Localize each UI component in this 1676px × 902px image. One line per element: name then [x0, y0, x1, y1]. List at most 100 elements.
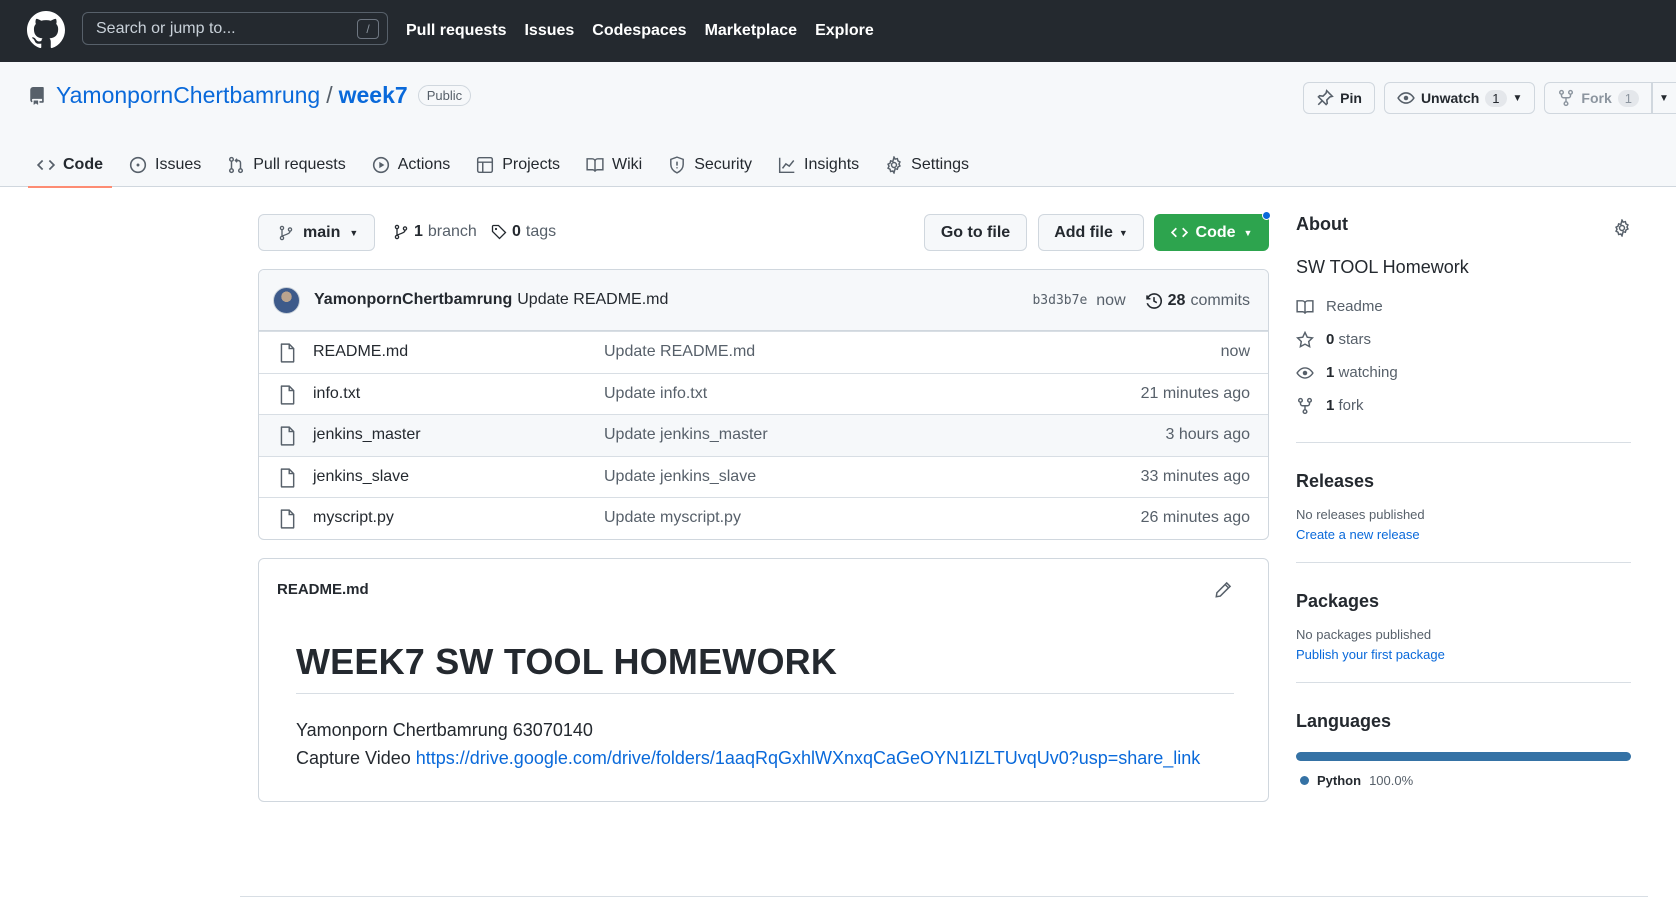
branch-select-button[interactable]: main ▼	[258, 214, 375, 251]
readme-link[interactable]: Readme	[1296, 290, 1631, 323]
nav-issues[interactable]: Issues	[524, 22, 574, 40]
commit-author-link[interactable]: YamonpornChertbamrung	[314, 291, 512, 309]
code-button[interactable]: Code ▼	[1154, 211, 1271, 251]
releases-heading[interactable]: Releases	[1296, 471, 1631, 492]
commit-sha-link[interactable]: b3d3b7e	[1032, 293, 1087, 308]
file-name-link[interactable]: jenkins_slave	[313, 468, 409, 486]
file-row[interactable]: jenkins_slave Update jenkins_slave 33 mi…	[259, 455, 1268, 498]
search-input[interactable]: Search or jump to... /	[82, 12, 388, 45]
language-bar	[1296, 752, 1631, 761]
eye-icon	[1296, 366, 1314, 379]
caret-down-icon: ▼	[1118, 227, 1128, 238]
file-age: 21 minutes ago	[1140, 384, 1250, 402]
add-file-button[interactable]: Add file ▼	[1038, 214, 1144, 251]
publish-package-link[interactable]: Publish your first package	[1296, 647, 1631, 662]
unwatch-label: Unwatch	[1420, 90, 1480, 106]
readme-filename-link[interactable]: README.md	[277, 581, 369, 598]
repo-owner-link[interactable]: YamonpornChertbamrung	[56, 82, 320, 109]
commit-history-link[interactable]: 28 commits	[1145, 292, 1250, 310]
github-logo-icon[interactable]	[27, 11, 65, 49]
tab-security[interactable]: Security	[659, 142, 761, 187]
tab-code[interactable]: Code	[28, 142, 112, 188]
caret-down-icon: ▼	[1659, 92, 1669, 104]
tab-settings[interactable]: Settings	[876, 142, 978, 187]
about-stats: Readme 0 stars 1 watching 1 fork	[1296, 290, 1631, 422]
global-header: Search or jump to... / Pull requests Iss…	[0, 0, 1676, 62]
commit-count: 28	[1167, 291, 1186, 309]
readme-video-link[interactable]: https://drive.google.com/drive/folders/1…	[416, 748, 1201, 768]
stars-link[interactable]: 0 stars	[1296, 323, 1631, 356]
tab-pull-requests[interactable]: Pull requests	[218, 142, 355, 187]
search-shortcut-key: /	[357, 19, 379, 39]
gear-icon[interactable]	[1613, 219, 1631, 237]
tag-count-label: tags	[525, 223, 557, 240]
tags-link[interactable]: 0 tags	[491, 223, 556, 241]
fork-label: Fork	[1581, 90, 1612, 106]
language-percent: 100.0%	[1369, 773, 1414, 788]
go-to-file-button[interactable]: Go to file	[924, 214, 1027, 251]
tab-insights[interactable]: Insights	[769, 142, 868, 187]
pencil-icon[interactable]	[1215, 581, 1232, 598]
history-icon	[1145, 292, 1162, 309]
nav-codespaces[interactable]: Codespaces	[592, 22, 686, 40]
file-commit-message-link[interactable]: Update myscript.py	[604, 509, 741, 527]
tab-wiki[interactable]: Wiki	[577, 142, 651, 187]
repo-name-link[interactable]: week7	[339, 82, 408, 109]
tab-issues[interactable]: Issues	[120, 142, 210, 187]
branches-link[interactable]: 1 branch	[393, 223, 477, 241]
watching-link[interactable]: 1 watching	[1296, 356, 1631, 389]
divider	[1296, 442, 1631, 443]
file-icon	[280, 343, 295, 363]
pin-button[interactable]: Pin	[1303, 82, 1375, 114]
nav-explore[interactable]: Explore	[815, 22, 874, 40]
shield-icon	[670, 155, 685, 174]
tab-actions[interactable]: Actions	[363, 142, 459, 187]
divider	[1296, 562, 1631, 563]
star-icon	[1296, 330, 1314, 348]
file-row[interactable]: myscript.py Update myscript.py 26 minute…	[259, 497, 1268, 539]
commit-meta: b3d3b7e now 28 commits	[1032, 270, 1250, 331]
file-commit-message-link[interactable]: Update jenkins_slave	[604, 468, 756, 486]
packages-heading[interactable]: Packages	[1296, 591, 1631, 612]
file-row[interactable]: info.txt Update info.txt 21 minutes ago	[259, 372, 1268, 415]
create-release-link[interactable]: Create a new release	[1296, 527, 1631, 542]
file-name-link[interactable]: info.txt	[313, 385, 360, 403]
file-icon	[280, 467, 295, 488]
divider	[1296, 682, 1631, 683]
fork-button[interactable]: Fork 1	[1544, 82, 1652, 114]
file-commit-message-link[interactable]: Update info.txt	[604, 385, 707, 403]
releases-empty-text: No releases published	[1296, 507, 1425, 522]
stars-label: stars	[1338, 331, 1372, 348]
repo-title: YamonpornChertbamrung / week7 Public	[28, 82, 472, 109]
file-list: YamonpornChertbamrung Update README.md b…	[258, 269, 1269, 540]
about-heading: About	[1296, 214, 1348, 234]
file-commit-message-link[interactable]: Update README.md	[604, 343, 755, 361]
file-name-link[interactable]: README.md	[313, 343, 408, 361]
nav-pull-requests[interactable]: Pull requests	[406, 22, 506, 40]
file-name-link[interactable]: myscript.py	[313, 509, 394, 527]
repo-description: SW TOOL Homework	[1296, 257, 1469, 277]
file-age: now	[1220, 343, 1250, 361]
repo-icon	[30, 86, 44, 105]
unwatch-button[interactable]: Unwatch 1 ▼	[1383, 82, 1536, 114]
branch-name: main	[303, 223, 341, 241]
notification-dot	[1262, 211, 1271, 220]
file-commit-message-link[interactable]: Update jenkins_master	[604, 426, 768, 444]
pin-icon	[1317, 89, 1334, 106]
repo-tabs: Code Issues Pull requests Actions Projec…	[28, 142, 986, 188]
branch-count: 1	[414, 223, 423, 240]
file-row[interactable]: README.md Update README.md now	[259, 331, 1268, 373]
fork-dropdown-button[interactable]: ▼	[1652, 82, 1676, 114]
file-row[interactable]: jenkins_master Update jenkins_master 3 h…	[259, 414, 1268, 456]
unwatch-count: 1	[1485, 89, 1507, 107]
file-icon	[280, 384, 295, 405]
avatar[interactable]	[273, 286, 300, 314]
commit-message-link[interactable]: Update README.md	[517, 291, 668, 309]
tab-projects[interactable]: Projects	[467, 142, 569, 187]
nav-marketplace[interactable]: Marketplace	[705, 22, 798, 40]
forks-link[interactable]: 1 fork	[1296, 389, 1631, 422]
language-item[interactable]: Python 100.0%	[1296, 773, 1631, 788]
file-icon	[280, 426, 295, 446]
fork-label: fork	[1338, 397, 1364, 414]
file-name-link[interactable]: jenkins_master	[313, 426, 421, 444]
